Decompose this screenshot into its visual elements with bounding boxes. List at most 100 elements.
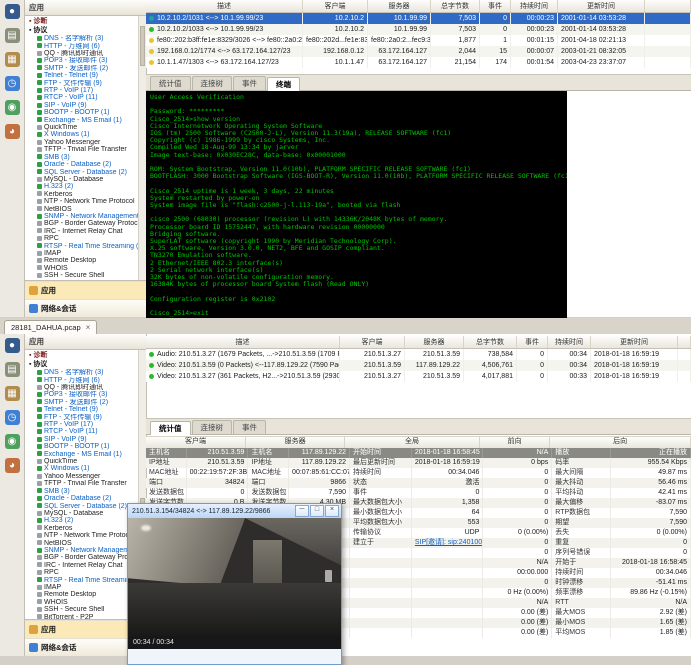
stats-row[interactable]: 端口34824端口9866状态激活0最大抖动56.46 ms xyxy=(146,478,691,488)
video-playback-window[interactable]: 210.51.3.154/34824 <-> 117.89.129.22/986… xyxy=(127,503,342,665)
sidebar-button-application[interactable]: 应用 xyxy=(25,281,146,299)
tree-item-http[interactable]: HTTP - 万维网 (6) xyxy=(27,377,146,384)
tree-item-smb[interactable]: SMB (3) xyxy=(27,488,146,495)
tree-item-tftp[interactable]: TFTP - Trivial File Transfer xyxy=(27,480,146,487)
tree-item-mysql[interactable]: MySQL - Database xyxy=(27,176,146,183)
tree-item-dns[interactable]: DNS - 名字解析 (3) xyxy=(27,369,146,376)
tree-item-telnet[interactable]: Telnet - Telnet (9) xyxy=(27,72,146,79)
column-header-0[interactable]: 描述 xyxy=(146,336,340,349)
piechart-icon[interactable]: ◕ xyxy=(5,124,20,139)
nodes-icon[interactable]: ▦ xyxy=(5,52,20,67)
tab-事件[interactable]: 事件 xyxy=(233,76,266,90)
tree-item-telnet[interactable]: Telnet - Telnet (9) xyxy=(27,406,146,413)
table-row[interactable]: 10.2.10.2/1033 <--> 10.1.99.99/2310.2.10… xyxy=(146,24,691,35)
table-row[interactable]: Video: 210.51.3.59 (0 Packets) <--117.89… xyxy=(146,360,691,371)
tree-item-ssh[interactable]: SSH - Secure Shell xyxy=(27,272,146,279)
tree-item-x[interactable]: X Windows (1) xyxy=(27,131,146,138)
tree-item-whois[interactable]: WHOIS xyxy=(27,265,146,272)
tree-root-protocols[interactable]: ▪ 协议 xyxy=(27,361,146,370)
table-row[interactable]: 10.2.10.2/1031 <--> 10.1.99.99/2310.2.10… xyxy=(146,13,691,25)
tree-item-exchange[interactable]: Exchange - MS Email (1) xyxy=(27,117,146,124)
tree-item-rtp[interactable]: RTP - VoIP (17) xyxy=(27,421,146,428)
adapter-icon[interactable]: ▤ xyxy=(5,362,20,377)
tree-item-rtcp[interactable]: RTCP - VoIP (11) xyxy=(27,428,146,435)
clock-icon[interactable]: ◷ xyxy=(5,410,20,425)
telnet-terminal-output[interactable]: User Access Verification Password: *****… xyxy=(146,91,567,322)
sip-session-link[interactable]: SIP[邀请]: sip:240100... xyxy=(415,539,484,546)
stats-row[interactable]: IP地址210.51.3.59IP地址117.89.129.22最后更新时间20… xyxy=(146,458,691,468)
column-header-4[interactable]: 事件 xyxy=(480,0,511,13)
column-header-1[interactable]: 客户端 xyxy=(340,336,405,349)
table-row[interactable]: fe80::202:b3ff:fe1e:8329/3026 <--> fe80:… xyxy=(146,35,691,46)
tab-连接树[interactable]: 连接树 xyxy=(192,76,233,90)
tree-item-kerberos[interactable]: Kerberos xyxy=(27,191,146,198)
column-header-2[interactable]: 服务器 xyxy=(405,336,464,349)
tree-item-rtcp[interactable]: RTCP - VoIP (11) xyxy=(27,94,146,101)
tab-统计值[interactable]: 统计值 xyxy=(150,421,191,435)
tree-item-bootp[interactable]: BOOTP - BOOTP (1) xyxy=(27,109,146,116)
camera-video-frame[interactable] xyxy=(128,518,341,636)
tree-item-pop3[interactable]: POP3 - 接收邮件 (3) xyxy=(27,391,146,398)
column-header-2[interactable]: 服务器 xyxy=(368,0,431,13)
tree-item-imap[interactable]: IMAP xyxy=(27,250,146,257)
tree-item-rtsp[interactable]: RTSP - Real Time Streaming (3) xyxy=(27,243,146,250)
column-header-5[interactable]: 持续时间 xyxy=(511,0,558,13)
stats-group-header-1[interactable]: 服务器 xyxy=(246,437,345,448)
tree-root-protocols[interactable]: ▪ 协议 xyxy=(27,27,146,36)
tab-连接树[interactable]: 连接树 xyxy=(192,420,233,434)
tree-item-bootp[interactable]: BOOTP - BOOTP (1) xyxy=(27,443,146,450)
tab-事件[interactable]: 事件 xyxy=(233,420,266,434)
column-header-4[interactable]: 事件 xyxy=(517,336,548,349)
tree-item-snmp[interactable]: SNMP - Network Management (2) xyxy=(27,213,146,220)
tree-item-exchange[interactable]: Exchange - MS Email (1) xyxy=(27,451,146,458)
stats-group-header-4[interactable]: 后向 xyxy=(550,437,691,448)
tree-root-diagnosis[interactable]: ▪ 诊断 xyxy=(27,18,146,27)
tree-item-bgp[interactable]: BGP - Border Gateway Protocol xyxy=(27,220,146,227)
tree-item-remote[interactable]: Remote Desktop xyxy=(27,257,146,264)
tab-统计值[interactable]: 统计值 xyxy=(150,76,191,90)
column-header-0[interactable]: 描述 xyxy=(146,0,303,13)
stats-row[interactable]: 发送数据包0发送数据包7,590事件00平均抖动42.41 ms xyxy=(146,488,691,498)
column-header-5[interactable]: 持续时间 xyxy=(548,336,591,349)
close-tab-icon[interactable]: × xyxy=(86,323,91,332)
tree-item-ntp[interactable]: NTP - Network Time Protocol xyxy=(27,198,146,205)
tree-item-yahoo[interactable]: Yahoo Messenger xyxy=(27,139,146,146)
tree-item-smtp[interactable]: SMTP - 发送邮件 (2) xyxy=(27,65,146,72)
tree-item-yahoo[interactable]: Yahoo Messenger xyxy=(27,473,146,480)
tab-pcap-file[interactable]: 28181_DAHUA.pcap × xyxy=(4,320,97,334)
tree-item-tftp[interactable]: TFTP - Trivial File Transfer xyxy=(27,146,146,153)
minimize-button[interactable]: ─ xyxy=(295,505,309,517)
tree-root-diagnosis[interactable]: ▪ 诊断 xyxy=(27,352,146,361)
stats-group-header-2[interactable]: 全局 xyxy=(345,437,480,448)
video-window-titlebar[interactable]: 210.51.3.154/34824 <-> 117.89.129.22/986… xyxy=(128,504,341,518)
table-row[interactable]: Video: 210.51.3.27 (361 Packets, H2...->… xyxy=(146,371,691,382)
tree-item-h323[interactable]: H.323 (2) xyxy=(27,183,146,190)
tree-item-pop3[interactable]: POP3 - 接收邮件 (3) xyxy=(27,57,146,64)
video-control-bar[interactable]: 00:34 / 00:34 xyxy=(128,636,341,649)
tree-item-quicktime[interactable]: QuickTime xyxy=(27,124,146,131)
endpoints-icon[interactable]: ◉ xyxy=(5,434,20,449)
tree-item-rpc[interactable]: RPC xyxy=(27,235,146,242)
tree-item-sip[interactable]: SIP - VoIP (9) xyxy=(27,102,146,109)
maximize-button[interactable]: □ xyxy=(310,505,324,517)
column-header-6[interactable]: 更新时间 xyxy=(558,0,645,13)
stats-group-header-0[interactable]: 客户端 xyxy=(146,437,246,448)
tree-item-ftp[interactable]: FTP - 文件传输 (9) xyxy=(27,80,146,87)
stats-row[interactable]: MAC地址00:22:19:57:2F:3BMAC地址00:07:85:61:C… xyxy=(146,468,691,478)
close-button[interactable]: × xyxy=(325,505,339,517)
tree-item-ftp[interactable]: FTP - 文件传输 (9) xyxy=(27,414,146,421)
tree-item-qq[interactable]: QQ - 腾讯即时通讯 xyxy=(27,384,146,391)
tree-item-oracle[interactable]: Oracle - Database (2) xyxy=(27,161,146,168)
tree-item-oracle[interactable]: Oracle - Database (2) xyxy=(27,495,146,502)
tree-item-sip[interactable]: SIP - VoIP (9) xyxy=(27,436,146,443)
tree-item-smb[interactable]: SMB (3) xyxy=(27,154,146,161)
endpoints-icon[interactable]: ◉ xyxy=(5,100,20,115)
piechart-icon[interactable]: ◕ xyxy=(5,458,20,473)
tree-item-netbios[interactable]: NetBIOS xyxy=(27,206,146,213)
sidebar-button-network-sessions[interactable]: 网络&会话 xyxy=(25,299,146,317)
column-header-6[interactable]: 更新时间 xyxy=(591,336,678,349)
nodes-icon[interactable]: ▦ xyxy=(5,386,20,401)
column-header-3[interactable]: 总字节数 xyxy=(464,336,517,349)
table-row[interactable]: Audio: 210.51.3.27 (1679 Packets, ...->2… xyxy=(146,349,691,361)
tree-item-dns[interactable]: DNS - 名字解析 (3) xyxy=(27,35,146,42)
